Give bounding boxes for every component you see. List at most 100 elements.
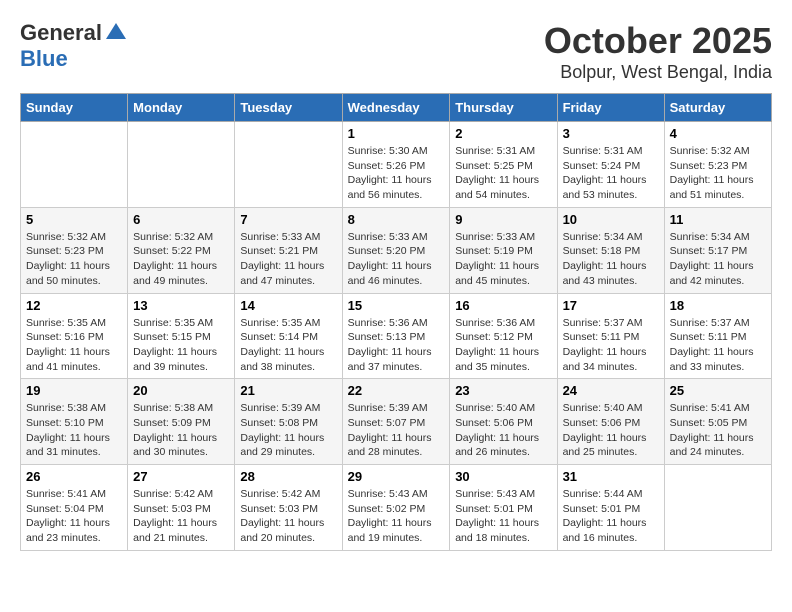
day-number: 28 [240, 469, 336, 484]
week-row-2: 12 Sunrise: 5:35 AM Sunset: 5:16 PM Dayli… [21, 293, 772, 379]
calendar-cell: 3Sunrise: 5:31 AM Sunset: 5:24 PM Daylig… [557, 122, 664, 208]
calendar-cell [128, 122, 235, 208]
day-number: 15 [348, 298, 445, 313]
day-number: 25 [670, 383, 766, 398]
day-info: Sunrise: 5:38 AM Sunset: 5:09 PM Dayligh… [133, 401, 229, 460]
day-info: Sunrise: 5:35 AM Sunset: 5:16 PM Dayligh… [26, 316, 122, 375]
calendar-cell: 4Sunrise: 5:32 AM Sunset: 5:23 PM Daylig… [664, 122, 771, 208]
calendar-cell: 28Sunrise: 5:42 AM Sunset: 5:03 PM Dayli… [235, 465, 342, 551]
day-number: 17 [563, 298, 659, 313]
day-number: 11 [670, 212, 766, 227]
day-number: 22 [348, 383, 445, 398]
day-info: Sunrise: 5:39 AM Sunset: 5:08 PM Dayligh… [240, 401, 336, 460]
day-number: 3 [563, 126, 659, 141]
calendar-cell: 6 Sunrise: 5:32 AM Sunset: 5:22 PM Daylig… [128, 207, 235, 293]
day-number: 5 [26, 212, 122, 227]
day-info: Sunrise: 5:40 AM Sunset: 5:06 PM Dayligh… [563, 401, 659, 460]
day-number: 2 [455, 126, 551, 141]
calendar-cell [235, 122, 342, 208]
day-info: Sunrise: 5:36 AM Sunset: 5:13 PM Dayligh… [348, 316, 445, 375]
day-info: Sunrise: 5:37 AM Sunset: 5:11 PM Dayligh… [670, 316, 766, 375]
day-info: Sunrise: 5:43 AM Sunset: 5:02 PM Dayligh… [348, 487, 445, 546]
title-month: October 2025 [544, 20, 772, 62]
calendar-cell: 11 Sunrise: 5:34 AM Sunset: 5:17 PM Dayli… [664, 207, 771, 293]
calendar-cell: 31 Sunrise: 5:44 AM Sunset: 5:01 PM Dayli… [557, 465, 664, 551]
day-info: Sunrise: 5:36 AM Sunset: 5:12 PM Dayligh… [455, 316, 551, 375]
title-area: October 2025 Bolpur, West Bengal, India [544, 20, 772, 83]
day-number: 23 [455, 383, 551, 398]
calendar-cell [21, 122, 128, 208]
day-number: 14 [240, 298, 336, 313]
day-number: 9 [455, 212, 551, 227]
calendar-cell: 5 Sunrise: 5:32 AM Sunset: 5:23 PM Daylig… [21, 207, 128, 293]
week-row-1: 5 Sunrise: 5:32 AM Sunset: 5:23 PM Daylig… [21, 207, 772, 293]
day-info: Sunrise: 5:34 AM Sunset: 5:18 PM Dayligh… [563, 230, 659, 289]
day-number: 12 [26, 298, 122, 313]
day-number: 27 [133, 469, 229, 484]
logo: General Blue [20, 20, 128, 72]
header-thursday: Thursday [450, 94, 557, 122]
day-number: 13 [133, 298, 229, 313]
calendar-cell: 20 Sunrise: 5:38 AM Sunset: 5:09 PM Dayli… [128, 379, 235, 465]
title-location: Bolpur, West Bengal, India [544, 62, 772, 83]
calendar-cell: 1Sunrise: 5:30 AM Sunset: 5:26 PM Daylig… [342, 122, 450, 208]
calendar-cell: 27 Sunrise: 5:42 AM Sunset: 5:03 PM Dayli… [128, 465, 235, 551]
header-monday: Monday [128, 94, 235, 122]
calendar-cell: 22 Sunrise: 5:39 AM Sunset: 5:07 PM Dayli… [342, 379, 450, 465]
calendar-cell: 10Sunrise: 5:34 AM Sunset: 5:18 PM Dayli… [557, 207, 664, 293]
calendar-cell: 12 Sunrise: 5:35 AM Sunset: 5:16 PM Dayli… [21, 293, 128, 379]
day-number: 20 [133, 383, 229, 398]
day-info: Sunrise: 5:34 AM Sunset: 5:17 PM Dayligh… [670, 230, 766, 289]
page-header: General Blue October 2025 Bolpur, West B… [20, 20, 772, 83]
day-info: Sunrise: 5:31 AM Sunset: 5:25 PM Dayligh… [455, 144, 551, 203]
day-number: 29 [348, 469, 445, 484]
calendar-cell: 7Sunrise: 5:33 AM Sunset: 5:21 PM Daylig… [235, 207, 342, 293]
day-info: Sunrise: 5:43 AM Sunset: 5:01 PM Dayligh… [455, 487, 551, 546]
day-info: Sunrise: 5:41 AM Sunset: 5:04 PM Dayligh… [26, 487, 122, 546]
header-tuesday: Tuesday [235, 94, 342, 122]
day-number: 30 [455, 469, 551, 484]
calendar-cell: 15 Sunrise: 5:36 AM Sunset: 5:13 PM Dayli… [342, 293, 450, 379]
calendar-cell: 17 Sunrise: 5:37 AM Sunset: 5:11 PM Dayli… [557, 293, 664, 379]
day-info: Sunrise: 5:41 AM Sunset: 5:05 PM Dayligh… [670, 401, 766, 460]
day-info: Sunrise: 5:32 AM Sunset: 5:22 PM Dayligh… [133, 230, 229, 289]
calendar-cell: 8 Sunrise: 5:33 AM Sunset: 5:20 PM Daylig… [342, 207, 450, 293]
day-number: 21 [240, 383, 336, 398]
day-info: Sunrise: 5:42 AM Sunset: 5:03 PM Dayligh… [133, 487, 229, 546]
week-row-0: 1Sunrise: 5:30 AM Sunset: 5:26 PM Daylig… [21, 122, 772, 208]
day-info: Sunrise: 5:33 AM Sunset: 5:19 PM Dayligh… [455, 230, 551, 289]
calendar-cell: 30 Sunrise: 5:43 AM Sunset: 5:01 PM Dayli… [450, 465, 557, 551]
logo-blue-text: Blue [20, 46, 68, 71]
calendar-table: SundayMondayTuesdayWednesdayThursdayFrid… [20, 93, 772, 551]
day-number: 6 [133, 212, 229, 227]
calendar-cell: 2 Sunrise: 5:31 AM Sunset: 5:25 PM Daylig… [450, 122, 557, 208]
day-number: 16 [455, 298, 551, 313]
day-info: Sunrise: 5:33 AM Sunset: 5:20 PM Dayligh… [348, 230, 445, 289]
calendar-cell: 14 Sunrise: 5:35 AM Sunset: 5:14 PM Dayli… [235, 293, 342, 379]
day-number: 31 [563, 469, 659, 484]
day-info: Sunrise: 5:35 AM Sunset: 5:15 PM Dayligh… [133, 316, 229, 375]
day-info: Sunrise: 5:37 AM Sunset: 5:11 PM Dayligh… [563, 316, 659, 375]
calendar-header-row: SundayMondayTuesdayWednesdayThursdayFrid… [21, 94, 772, 122]
calendar-cell: 26 Sunrise: 5:41 AM Sunset: 5:04 PM Dayli… [21, 465, 128, 551]
day-info: Sunrise: 5:32 AM Sunset: 5:23 PM Dayligh… [26, 230, 122, 289]
day-number: 1 [348, 126, 445, 141]
calendar-cell: 23 Sunrise: 5:40 AM Sunset: 5:06 PM Dayli… [450, 379, 557, 465]
calendar-cell: 29 Sunrise: 5:43 AM Sunset: 5:02 PM Dayli… [342, 465, 450, 551]
day-number: 7 [240, 212, 336, 227]
day-info: Sunrise: 5:35 AM Sunset: 5:14 PM Dayligh… [240, 316, 336, 375]
calendar-cell: 19 Sunrise: 5:38 AM Sunset: 5:10 PM Dayli… [21, 379, 128, 465]
logo-general-text: General [20, 20, 102, 46]
calendar-cell: 21 Sunrise: 5:39 AM Sunset: 5:08 PM Dayli… [235, 379, 342, 465]
week-row-4: 26 Sunrise: 5:41 AM Sunset: 5:04 PM Dayli… [21, 465, 772, 551]
calendar-cell: 16 Sunrise: 5:36 AM Sunset: 5:12 PM Dayli… [450, 293, 557, 379]
day-info: Sunrise: 5:44 AM Sunset: 5:01 PM Dayligh… [563, 487, 659, 546]
day-info: Sunrise: 5:38 AM Sunset: 5:10 PM Dayligh… [26, 401, 122, 460]
day-number: 8 [348, 212, 445, 227]
day-number: 19 [26, 383, 122, 398]
day-info: Sunrise: 5:39 AM Sunset: 5:07 PM Dayligh… [348, 401, 445, 460]
header-wednesday: Wednesday [342, 94, 450, 122]
day-number: 26 [26, 469, 122, 484]
calendar-cell: 18Sunrise: 5:37 AM Sunset: 5:11 PM Dayli… [664, 293, 771, 379]
day-info: Sunrise: 5:40 AM Sunset: 5:06 PM Dayligh… [455, 401, 551, 460]
